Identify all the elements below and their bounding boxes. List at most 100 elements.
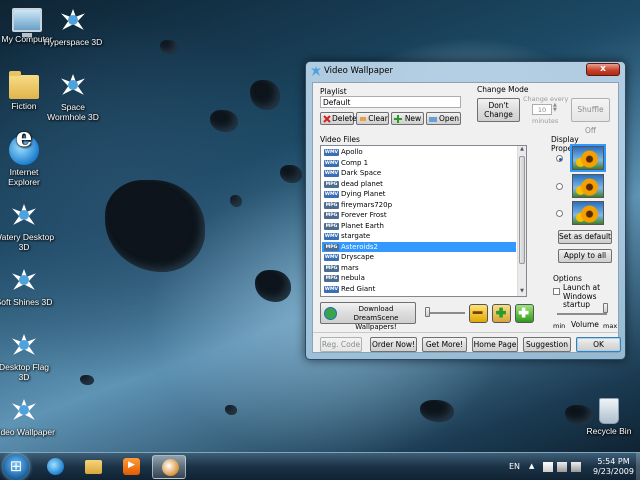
volume-slider-thumb[interactable]	[603, 303, 608, 313]
list-item[interactable]: WMV Dark Space	[322, 168, 516, 179]
delete-button[interactable]: Delete	[320, 112, 357, 125]
scroll-down-icon[interactable]: ▼	[518, 288, 526, 296]
display-preview-stretch[interactable]	[572, 201, 604, 225]
title-bar[interactable]: Video Wallpaper x	[306, 62, 625, 80]
new-label: New	[404, 114, 422, 123]
desktop-icon-space-wormhole-3d[interactable]: Space Wormhole 3D	[42, 70, 104, 122]
volume-icon[interactable]	[571, 462, 581, 472]
desktop-icon-hyperspace-3d[interactable]: Hyperspace 3D	[42, 5, 104, 47]
network-icon[interactable]	[557, 462, 567, 472]
show-desktop-button[interactable]	[636, 453, 640, 480]
desktop-icon-soft-shines-3d[interactable]: Soft Shines 3D	[0, 265, 55, 307]
mpg-file-icon: MPG	[324, 222, 339, 230]
app-bird-icon	[311, 66, 321, 76]
dont-change-button[interactable]: Don't Change	[477, 98, 520, 122]
seek-slider-thumb[interactable]	[425, 307, 430, 317]
list-item[interactable]: WMV Apollo	[322, 147, 516, 158]
list-scrollbar[interactable]: ▲ ▼	[517, 146, 526, 296]
list-item-label: Red Giant	[341, 284, 376, 293]
close-button[interactable]: x	[586, 63, 620, 76]
taskbar-media-player-button[interactable]	[114, 455, 148, 479]
start-button[interactable]	[3, 454, 29, 480]
list-item-label: Forever Frost	[341, 211, 387, 219]
download-dreamscene-button[interactable]: Download DreamScene Wallpapers!	[320, 302, 416, 331]
display-mode-radio-1[interactable]	[556, 155, 563, 162]
asteroid	[255, 270, 291, 302]
list-item-label: Dryscape	[341, 253, 374, 261]
language-indicator[interactable]: EN	[509, 462, 520, 471]
screensaver-bird-icon	[58, 5, 88, 35]
open-button[interactable]: Open	[426, 112, 461, 125]
home-page-button[interactable]: Home Page	[472, 337, 518, 352]
mpg-file-icon: MPG	[324, 212, 339, 219]
list-item[interactable]: WMV Comp 1	[322, 158, 516, 169]
desktop-icon-label: Recycle Bin	[586, 426, 632, 436]
list-item[interactable]: MPG dead planet	[322, 179, 516, 190]
shuffle-button[interactable]: Shuffle Off	[571, 98, 610, 135]
taskbar-ie-button[interactable]	[38, 455, 72, 479]
desktop-icon-video-wallpaper[interactable]: Video Wallpaper	[0, 395, 55, 437]
interval-value: 10	[537, 106, 547, 114]
plus-icon	[518, 307, 529, 318]
scroll-thumb[interactable]	[519, 156, 525, 264]
set-as-default-button[interactable]: Set as default	[558, 230, 612, 244]
list-item[interactable]: WMV Dying Planet	[322, 189, 516, 200]
list-item[interactable]: MPG fireymars720p	[322, 200, 516, 211]
scroll-up-icon[interactable]: ▲	[518, 146, 526, 154]
desktop-icon-label: Hyperspace 3D	[43, 37, 103, 47]
display-mode-radio-2[interactable]	[556, 183, 563, 190]
wmv-file-icon: WMV	[324, 285, 339, 293]
clock[interactable]: 5:54 PM 9/23/2009	[593, 457, 634, 477]
add-folder-button[interactable]	[492, 304, 511, 323]
display-mode-radio-3[interactable]	[556, 210, 563, 217]
apply-all-label: Apply to all	[563, 251, 607, 260]
desktop-icon-watery-desktop-3d[interactable]: Watery Desktop 3D	[0, 200, 55, 252]
list-item[interactable]: WMV Red Giant	[322, 284, 516, 295]
action-center-flag-icon[interactable]	[543, 462, 553, 472]
interval-stepper[interactable]: 10	[532, 104, 552, 115]
list-item[interactable]: MPG Planet Earth	[322, 221, 516, 232]
display-preview-fill[interactable]	[570, 144, 606, 172]
new-button[interactable]: New	[391, 112, 424, 125]
ok-button[interactable]: OK	[576, 337, 621, 352]
list-item[interactable]: MPG Asteroids2	[322, 241, 516, 252]
launch-startup-checkbox[interactable]	[553, 288, 560, 295]
desktop-icon-recycle-bin[interactable]: Recycle Bin	[578, 396, 640, 436]
get-more-label: Get More!	[425, 340, 464, 349]
taskbar-explorer-button[interactable]	[76, 455, 110, 479]
seek-slider-track[interactable]	[425, 312, 465, 314]
list-item[interactable]: WMV stargate	[322, 231, 516, 242]
order-now-button[interactable]: Order Now!	[370, 337, 417, 352]
suggestion-button[interactable]: Suggestion	[523, 337, 571, 352]
get-more-button[interactable]: Get More!	[422, 337, 467, 352]
desktop-icon-internet-explorer[interactable]: Internet Explorer	[0, 133, 55, 187]
mpg-file-icon: MPG	[324, 201, 339, 209]
add-video-button[interactable]	[515, 304, 534, 323]
video-files-list[interactable]: WMV Apollo WMV Comp 1 WMV Dark Space MPG dead p…	[320, 145, 527, 297]
mpg-file-icon: MPG	[324, 180, 339, 188]
list-item[interactable]: MPG mars	[322, 263, 516, 274]
stepper-arrows-icon[interactable]: ▲ ▼	[553, 103, 557, 113]
list-item-label: Comp 1	[341, 158, 369, 167]
wmv-file-icon: WMV	[324, 149, 339, 156]
clear-button[interactable]: Clear	[356, 112, 389, 125]
list-item-label: Planet Earth	[341, 221, 384, 230]
list-item-label: fireymars720p	[341, 200, 393, 209]
remove-video-button[interactable]	[469, 304, 488, 323]
playlist-select[interactable]: Default	[320, 96, 461, 108]
tray-up-arrow-icon[interactable]: ▲	[529, 462, 539, 472]
launch-startup-label: Launch at Windows startup	[563, 283, 601, 309]
apply-to-all-button[interactable]: Apply to all	[558, 249, 612, 263]
list-item[interactable]: WMV Dryscape	[322, 252, 516, 263]
list-item[interactable]: MPG Forever Frost	[322, 210, 516, 221]
list-item[interactable]: MPG nebula	[322, 273, 516, 284]
reg-code-button[interactable]: Reg. Code	[320, 337, 362, 352]
taskbar-video-wallpaper-button[interactable]	[152, 455, 186, 479]
volume-min-label: min	[553, 322, 566, 330]
set-default-label: Set as default	[559, 232, 611, 241]
display-preview-fit[interactable]	[572, 174, 604, 198]
folder-icon	[85, 460, 102, 474]
desktop-icon-desktop-flag-3d[interactable]: Desktop Flag 3D	[0, 330, 55, 382]
clear-label: Clear	[368, 114, 388, 123]
volume-slider-track[interactable]	[557, 313, 607, 315]
